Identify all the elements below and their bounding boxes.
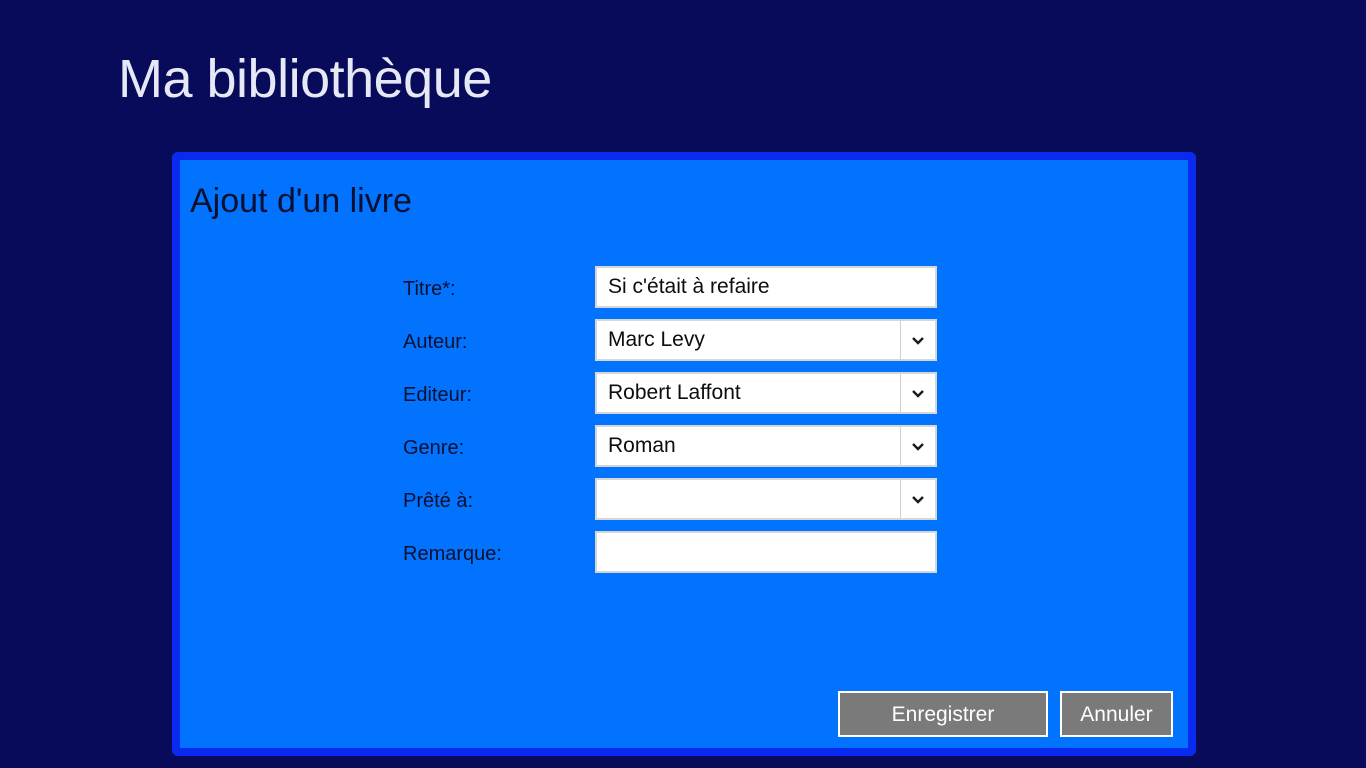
author-combobox-value: Marc Levy [608,328,705,351]
title-input-value: Si c'était à refaire [608,275,770,298]
chevron-down-icon[interactable] [900,427,935,465]
publisher-label: Editeur: [403,384,472,406]
author-combobox[interactable]: Marc Levy [595,319,937,361]
publisher-combobox[interactable]: Robert Laffont [595,372,937,414]
save-button[interactable]: Enregistrer [838,691,1048,737]
form-row-author: Auteur: Marc Levy [403,319,945,361]
genre-combobox[interactable]: Roman [595,425,937,467]
form-row-remark: Remarque: [403,531,945,573]
lent-to-combobox[interactable] [595,478,937,520]
form-row-publisher: Editeur: Robert Laffont [403,372,945,414]
lent-to-label: Prêté à: [403,490,474,512]
genre-combobox-value: Roman [608,434,676,457]
genre-label: Genre: [403,437,465,459]
author-label: Auteur: [403,331,468,353]
title-label: Titre*: [403,278,456,300]
chevron-down-icon[interactable] [900,374,935,412]
cancel-button[interactable]: Annuler [1060,691,1173,737]
add-book-dialog: Ajout d'un livre Titre*: Si c'était à re… [172,152,1196,756]
form-row-title: Titre*: Si c'était à refaire [403,266,945,308]
chevron-down-icon[interactable] [900,321,935,359]
remark-input[interactable] [595,531,937,573]
remark-label: Remarque: [403,543,502,565]
chevron-down-icon[interactable] [900,480,935,518]
form-row-lent-to: Prêté à: [403,478,945,520]
publisher-combobox-value: Robert Laffont [608,381,741,404]
dialog-title: Ajout d'un livre [190,182,412,220]
form-row-genre: Genre: Roman [403,425,945,467]
title-input[interactable]: Si c'était à refaire [595,266,937,308]
page-title: Ma bibliothèque [118,49,492,109]
